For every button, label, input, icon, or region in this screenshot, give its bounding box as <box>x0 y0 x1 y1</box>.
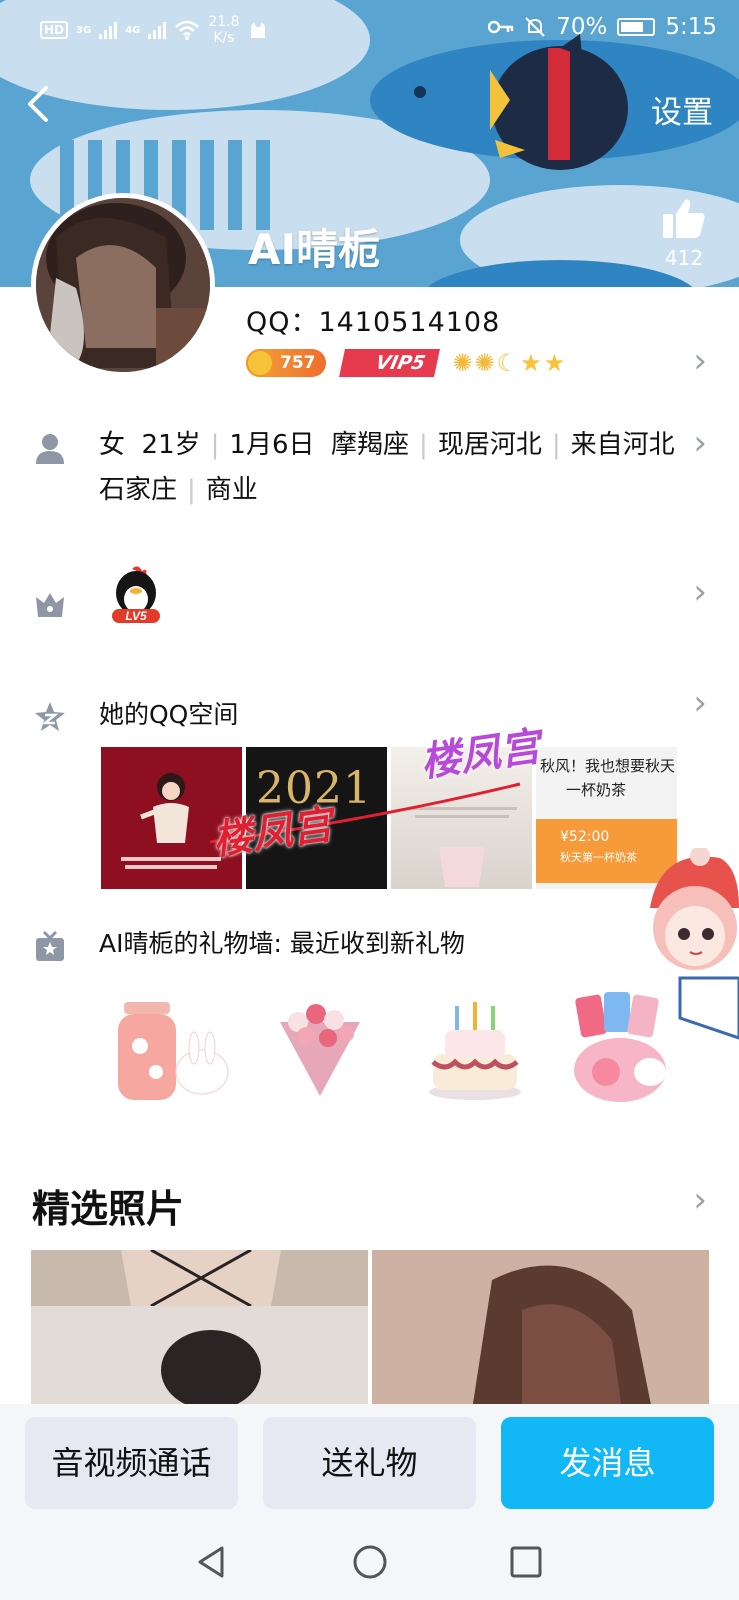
coin-count: 757 <box>280 353 316 373</box>
video-call-button[interactable]: 音视频通话 <box>25 1417 238 1509</box>
send-message-button[interactable]: 发消息 <box>501 1417 714 1509</box>
crown-icon <box>34 589 66 621</box>
coin-badge: 757 <box>246 349 326 377</box>
flower-bouquet-gift-icon <box>280 1004 360 1096</box>
qq-level-icons: ✺ ✺ ☾ ★ ★ <box>452 349 565 377</box>
gift-list[interactable] <box>110 992 690 1112</box>
thumbs-up-icon <box>663 199 705 238</box>
avatar-photo <box>36 198 210 372</box>
gift-item-cake[interactable] <box>425 992 535 1102</box>
chevron-right-icon[interactable]: › <box>693 575 707 609</box>
badge-row[interactable]: 757 VIP5 ✺ ✺ ☾ ★ ★ <box>246 349 565 377</box>
moon-icon: ☾ <box>496 349 519 377</box>
vip-badge: VIP5 <box>338 349 440 377</box>
photo4-caption: 秋天第一杯奶茶 <box>560 851 637 864</box>
gift-box-icon <box>34 930 66 962</box>
nav-back-icon[interactable] <box>192 1542 232 1582</box>
info-occupation: 商业 <box>205 475 258 505</box>
info-age: 21岁 <box>141 430 201 460</box>
action-bar: 音视频通话 送礼物 发消息 <box>0 1404 739 1524</box>
birthday-cake-gift-icon <box>429 1002 521 1100</box>
battery-icon <box>617 18 656 36</box>
chevron-right-icon[interactable]: › <box>693 1183 707 1217</box>
nickname: AI晴栀 <box>248 225 381 274</box>
system-navigation-bar <box>0 1524 739 1600</box>
sakura-jar-gift-icon <box>118 1002 229 1100</box>
person-icon <box>34 432 66 464</box>
send-gift-button[interactable]: 送礼物 <box>263 1417 476 1509</box>
vip-label: VIP5 <box>373 352 427 374</box>
star-icon: ★ <box>543 349 566 377</box>
clock: 5:15 <box>665 14 717 40</box>
like-count: 412 <box>664 246 704 270</box>
nav-recents-icon[interactable] <box>506 1542 546 1582</box>
photo4-line2: 一杯奶茶 <box>566 781 627 799</box>
wifi-icon <box>175 20 200 40</box>
cat-notification-icon <box>250 22 265 38</box>
like-button[interactable]: 412 <box>657 196 711 270</box>
qzone-title[interactable]: 她的QQ空间 <box>99 695 238 731</box>
avatar[interactable] <box>31 193 215 377</box>
info-location: 现居河北 <box>437 430 542 460</box>
qzone-star-icon <box>34 701 66 733</box>
photo4-line1: 秋风！我也想要秋天 <box>540 757 676 775</box>
featured-photos-title[interactable]: 精选照片 <box>32 1178 184 1233</box>
chevron-right-icon[interactable]: › <box>693 426 707 460</box>
photo4-price: ¥52:00 <box>560 829 610 845</box>
sun-icon: ✺ <box>452 349 473 377</box>
qq-penguin-icon: LV5 <box>112 566 160 623</box>
signal-icon <box>99 21 118 39</box>
nav-home-icon[interactable] <box>350 1542 390 1582</box>
gift-wall-title[interactable]: AI晴栀的礼物墙: 最近收到新礼物 <box>99 924 465 960</box>
floating-mascot[interactable] <box>640 846 739 1048</box>
level-label: LV5 <box>125 609 147 623</box>
chevron-left-icon <box>28 86 48 122</box>
back-button[interactable] <box>18 82 66 130</box>
info-birthday: 1月6日 <box>229 430 315 460</box>
featured-photo-grid[interactable] <box>31 1250 709 1410</box>
featured-photo[interactable] <box>372 1250 709 1410</box>
gift-item-jar[interactable] <box>110 992 229 1102</box>
hd-indicator: HD <box>40 21 69 39</box>
settings-button[interactable]: 设置 <box>651 87 713 132</box>
status-bar: HD 3G 4G 21.8 K/s 70% 5:15 <box>0 0 739 56</box>
featured-photo[interactable] <box>31 1250 368 1410</box>
battery-percent: 70% <box>556 14 608 40</box>
qq-level-badge[interactable]: LV5 <box>108 565 164 627</box>
network-speed: 21.8 K/s <box>208 14 240 46</box>
cartoon-girl-mascot <box>650 846 739 1040</box>
sun-icon: ✺ <box>474 349 495 377</box>
personal-info[interactable]: 女 21岁 | 1月6日 摩羯座 | 现居河北 | 来自河北石家庄 | 商业 <box>99 423 689 513</box>
coin-icon <box>246 349 274 377</box>
gift-item-bouquet[interactable] <box>270 992 380 1102</box>
mute-bell-icon <box>525 17 545 37</box>
chevron-right-icon[interactable]: › <box>693 344 707 378</box>
signal-icon <box>148 21 167 39</box>
info-zodiac: 摩羯座 <box>331 430 410 460</box>
photo-girl-hair <box>372 1250 709 1410</box>
key-icon <box>488 20 514 34</box>
info-gender: 女 <box>99 430 126 460</box>
star-icon: ★ <box>520 349 542 377</box>
qq-number: QQ：1410514108 <box>246 307 501 338</box>
sim1-label: 3G <box>76 24 92 36</box>
chevron-right-icon[interactable]: › <box>693 686 707 720</box>
sim2-label: 4G <box>125 24 141 36</box>
photo-back-view <box>31 1250 368 1410</box>
